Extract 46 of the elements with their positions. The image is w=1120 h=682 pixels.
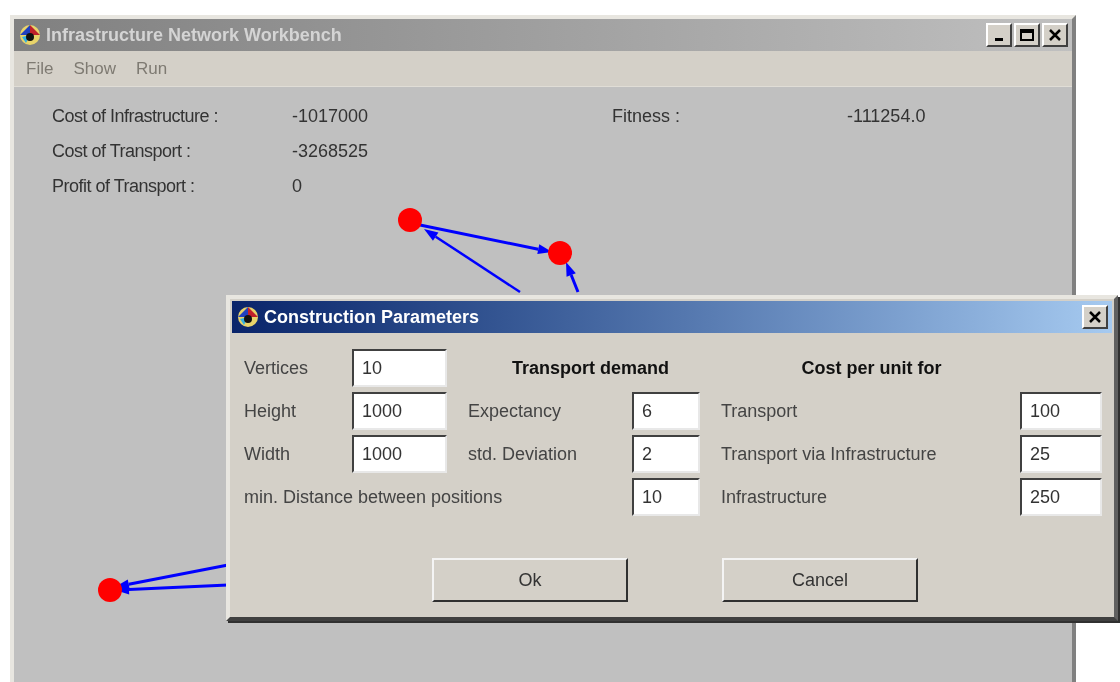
- field-label: Infrastructure: [721, 485, 829, 509]
- edge-arrow: [566, 262, 580, 293]
- field-label: std. Deviation: [468, 442, 579, 466]
- close-icon: [1088, 311, 1102, 323]
- stat-label: Cost of Infrastructure :: [52, 105, 220, 128]
- stat-value: 0: [292, 175, 303, 198]
- maximize-icon: [1020, 29, 1034, 41]
- field-label: Transport: [721, 399, 799, 423]
- text-field[interactable]: 1000: [352, 435, 447, 473]
- app-logo-icon: [18, 23, 42, 47]
- app-logo-icon: [236, 305, 260, 329]
- dialog-title: Construction Parameters: [264, 305, 480, 329]
- section-heading: Cost per unit for: [801, 356, 943, 380]
- stat-value: -1017000: [292, 105, 370, 128]
- dialog-button[interactable]: Cancel: [722, 558, 918, 602]
- maximize-button[interactable]: [1014, 23, 1040, 47]
- field-label: min. Distance between positions: [244, 485, 504, 509]
- text-field[interactable]: 25: [1020, 435, 1102, 473]
- stat-label: Fitness :: [612, 105, 682, 128]
- field-label: Vertices: [244, 356, 310, 380]
- text-field[interactable]: 10: [632, 478, 700, 516]
- graph-node: [98, 578, 122, 602]
- text-field[interactable]: 1000: [352, 392, 447, 430]
- graph-node: [548, 241, 572, 265]
- stat-label: Cost of Transport :: [52, 140, 192, 163]
- close-button[interactable]: [1082, 305, 1108, 329]
- text-field[interactable]: 6: [632, 392, 700, 430]
- text-field[interactable]: 10: [352, 349, 447, 387]
- text-field[interactable]: 250: [1020, 478, 1102, 516]
- field-label: Height: [244, 399, 298, 423]
- text-field[interactable]: 2: [632, 435, 700, 473]
- section-heading: Transport demand: [512, 356, 670, 380]
- dialog-button[interactable]: Ok: [432, 558, 628, 602]
- close-button[interactable]: [1042, 23, 1068, 47]
- text-field[interactable]: 100: [1020, 392, 1102, 430]
- field-label: Transport via Infrastructure: [721, 442, 938, 466]
- stat-label: Profit of Transport :: [52, 175, 196, 198]
- stat-value: -3268525: [292, 140, 370, 163]
- minimize-button[interactable]: [986, 23, 1012, 47]
- minimize-icon: [995, 38, 1003, 41]
- window-title: Infrastructure Network Workbench: [46, 23, 342, 47]
- graph-node: [398, 208, 422, 232]
- stat-value: -111254.0: [847, 105, 927, 128]
- close-icon: [1048, 29, 1062, 41]
- field-label: Width: [244, 442, 291, 466]
- field-label: Expectancy: [468, 399, 563, 423]
